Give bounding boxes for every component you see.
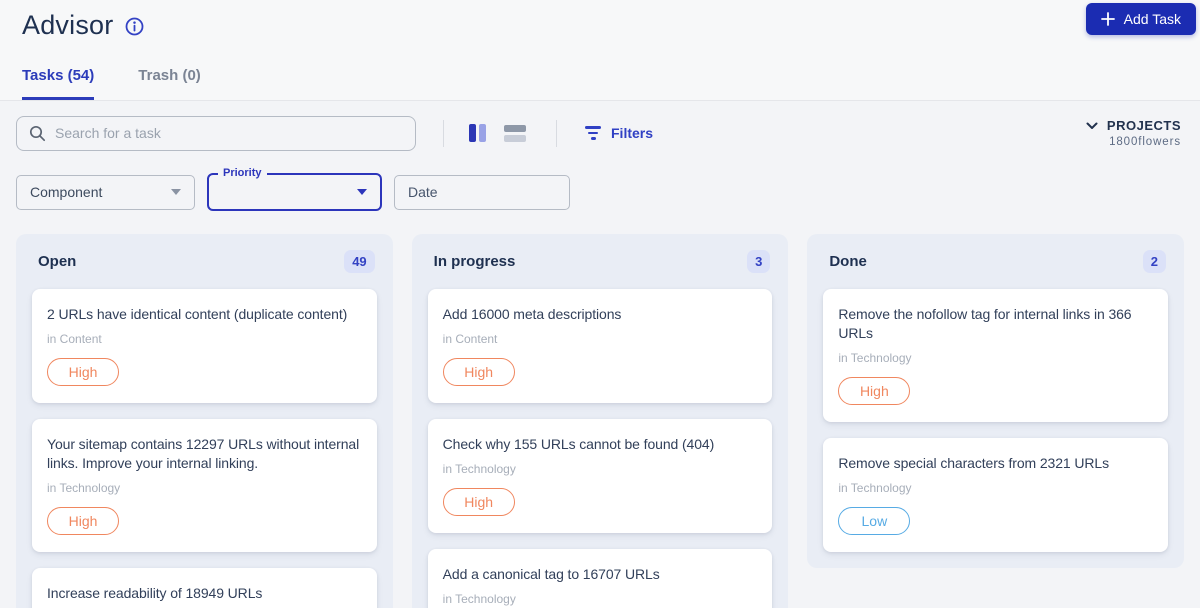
column-title: Done xyxy=(829,253,867,270)
task-card[interactable]: 2 URLs have identical content (duplicate… xyxy=(32,289,377,403)
task-card[interactable]: Check why 155 URLs cannot be found (404)… xyxy=(427,419,773,533)
column-done: Done 2 Remove the nofollow tag for inter… xyxy=(807,234,1185,568)
task-component: in Technology xyxy=(47,481,121,495)
search-icon xyxy=(29,125,46,142)
task-title: Add 16000 meta descriptions xyxy=(442,306,622,322)
info-icon[interactable] xyxy=(125,17,144,36)
column-in-progress: In progress 3 Add 16000 meta description… xyxy=(411,234,789,608)
task-component: in Content xyxy=(47,332,102,346)
search-input[interactable] xyxy=(55,125,403,141)
column-count-badge: 3 xyxy=(747,250,771,273)
component-dropdown-label: Component xyxy=(30,184,103,200)
kanban-board: Open 49 2 URLs have identical content (d… xyxy=(16,234,1185,608)
filters-label: Filters xyxy=(611,125,654,141)
tab-tasks[interactable]: Tasks (54) xyxy=(22,67,95,100)
search-box[interactable] xyxy=(16,115,416,151)
kanban-view-icon[interactable] xyxy=(467,122,488,144)
task-component: in Technology xyxy=(838,481,912,495)
add-task-label: Add Task xyxy=(1123,11,1181,27)
task-component: in Technology xyxy=(442,592,516,606)
task-component: in Technology xyxy=(442,462,516,476)
priority-badge: High xyxy=(442,358,515,386)
task-title: 2 URLs have identical content (duplicate… xyxy=(47,306,348,322)
toolbar: Filters PROJECTS 1800flowers xyxy=(16,115,1181,151)
priority-badge: High xyxy=(47,358,119,386)
priority-badge: High xyxy=(47,507,119,535)
projects-label: PROJECTS xyxy=(1106,118,1181,133)
divider xyxy=(443,119,444,147)
tab-bar: Tasks (54) Trash (0) xyxy=(22,67,201,100)
task-title: Increase readability of 18949 URLs xyxy=(47,585,263,601)
column-title: Open xyxy=(38,253,77,270)
divider xyxy=(556,119,557,147)
task-component: in Technology xyxy=(838,351,912,365)
column-count-badge: 2 xyxy=(1142,250,1167,273)
priority-dropdown-label: Priority xyxy=(218,167,267,179)
priority-badge: High xyxy=(442,488,515,516)
priority-dropdown[interactable]: Priority xyxy=(207,167,382,211)
column-open: Open 49 2 URLs have identical content (d… xyxy=(16,234,393,608)
task-title: Add a canonical tag to 16707 URLs xyxy=(442,566,660,582)
task-component: in Content xyxy=(442,332,498,346)
list-view-icon[interactable] xyxy=(502,123,528,144)
task-title: Check why 155 URLs cannot be found (404) xyxy=(442,436,715,452)
add-task-button[interactable]: Add Task xyxy=(1085,3,1196,35)
priority-badge: High xyxy=(838,377,911,405)
column-title: In progress xyxy=(433,253,516,270)
filter-row: Component Priority Date xyxy=(16,167,1184,211)
project-name: 1800flowers xyxy=(1109,136,1181,148)
caret-down-icon xyxy=(357,189,367,195)
task-card[interactable]: Remove the nofollow tag for internal lin… xyxy=(823,289,1169,422)
task-title: Remove special characters from 2321 URLs xyxy=(838,455,1110,471)
plus-icon xyxy=(1100,12,1115,26)
filter-icon xyxy=(585,126,601,140)
caret-down-icon xyxy=(171,189,181,195)
task-card[interactable]: Remove special characters from 2321 URLs… xyxy=(823,438,1169,552)
chevron-down-icon xyxy=(1086,122,1098,130)
priority-badge: Low xyxy=(838,507,911,535)
date-dropdown[interactable]: Date xyxy=(394,174,570,210)
task-card[interactable]: Your sitemap contains 12297 URLs without… xyxy=(32,419,377,552)
task-card[interactable]: Add a canonical tag to 16707 URLs in Tec… xyxy=(427,549,773,608)
projects-dropdown[interactable]: PROJECTS xyxy=(1086,118,1181,133)
filters-button[interactable]: Filters xyxy=(585,125,653,141)
page-title: Advisor xyxy=(22,10,114,40)
column-count-badge: 49 xyxy=(344,250,375,273)
task-title: Remove the nofollow tag for internal lin… xyxy=(838,306,1132,341)
task-title: Your sitemap contains 12297 URLs without… xyxy=(47,436,360,471)
component-dropdown[interactable]: Component xyxy=(16,174,195,210)
task-card[interactable]: Increase readability of 18949 URLs in Co… xyxy=(32,568,377,608)
task-card[interactable]: Add 16000 meta descriptions in Content H… xyxy=(427,289,773,403)
date-dropdown-label: Date xyxy=(408,184,438,200)
top-bar: Advisor Add Task Tasks (54) Trash (0) xyxy=(0,0,1200,101)
tab-trash[interactable]: Trash (0) xyxy=(138,67,201,100)
